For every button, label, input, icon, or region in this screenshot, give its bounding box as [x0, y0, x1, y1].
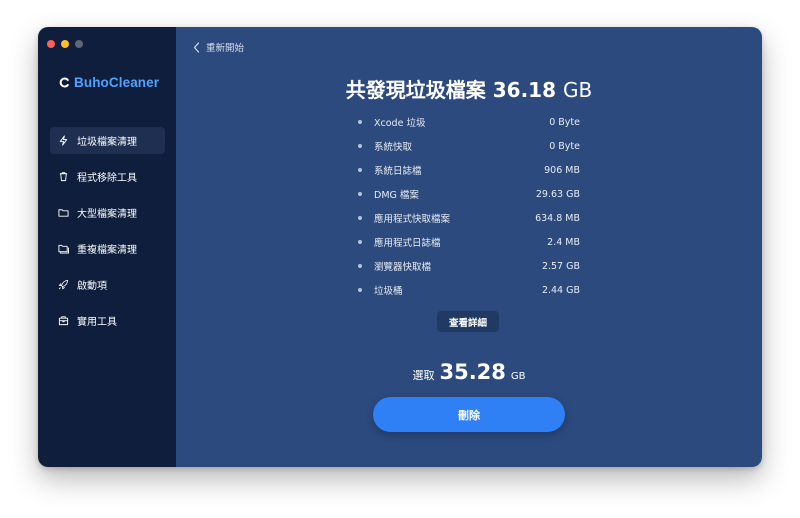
total-junk-unit: GB: [562, 78, 593, 102]
item-size: 2.4 MB: [547, 236, 580, 248]
item-size: 906 MB: [544, 164, 580, 176]
folders-icon: [58, 243, 69, 254]
view-details-button[interactable]: 查看詳細: [437, 311, 499, 332]
bullet: [358, 264, 362, 268]
bullet: [358, 216, 362, 220]
sidebar-item-label: 重複檔案清理: [77, 245, 137, 256]
item-label: 瀏覽器快取檔: [374, 262, 432, 273]
selection-amount: 35.28: [439, 360, 506, 384]
sidebar-item-label: 啟動項: [77, 281, 107, 292]
item-size: 634.8 MB: [535, 212, 580, 224]
close-window-button[interactable]: [47, 40, 55, 48]
sidebar-item-junk-cleaner[interactable]: 垃圾檔案清理: [50, 127, 165, 154]
main-panel: 重新開始 共發現垃圾檔案 36.18 GB Xcode 垃圾 0 Byte 系統…: [176, 27, 762, 467]
item-size: 2.57 GB: [541, 260, 580, 272]
scan-result-title: 共發現垃圾檔案 36.18 GB: [176, 74, 762, 103]
sidebar-nav: 垃圾檔案清理 程式移除工具 大型檔案清理 重複檔案清理 啟動項 實用工具: [50, 127, 165, 343]
bullet: [358, 192, 362, 196]
selection-label: 選取: [412, 369, 435, 382]
app-name: BuhoCleaner: [74, 75, 160, 90]
bullet: [358, 168, 362, 172]
sidebar-item-startup[interactable]: 啟動項: [50, 271, 165, 298]
item-label: 應用程式日誌檔: [374, 238, 441, 249]
item-label: 應用程式快取檔案: [374, 214, 451, 225]
list-item: 系統日誌檔 906 MB: [356, 158, 580, 182]
bullet: [358, 120, 362, 124]
trash-icon: [58, 171, 69, 182]
item-size: 29.63 GB: [535, 188, 580, 200]
list-item: DMG 檔案 29.63 GB: [356, 182, 580, 206]
item-size: 0 Byte: [549, 116, 580, 128]
zoom-window-button[interactable]: [75, 40, 83, 48]
bullet: [358, 240, 362, 244]
item-label: DMG 檔案: [374, 190, 419, 201]
list-item: Xcode 垃圾 0 Byte: [356, 110, 580, 134]
list-item: 垃圾桶 2.44 GB: [356, 278, 580, 302]
chevron-left-icon: [193, 41, 200, 53]
selection-summary: 選取 35.28 GB: [176, 360, 762, 384]
sidebar-item-label: 實用工具: [77, 317, 117, 328]
list-item: 瀏覽器快取檔 2.57 GB: [356, 254, 580, 278]
restart-label: 重新開始: [206, 43, 245, 54]
delete-button[interactable]: 刪除: [373, 397, 565, 432]
list-item: 應用程式日誌檔 2.4 MB: [356, 230, 580, 254]
bullet: [358, 288, 362, 292]
sidebar-item-uninstaller[interactable]: 程式移除工具: [50, 163, 165, 190]
title-prefix: 共發現垃圾檔案: [345, 78, 486, 102]
minimize-window-button[interactable]: [61, 40, 69, 48]
item-label: 系統快取: [374, 142, 413, 153]
list-item: 應用程式快取檔案 634.8 MB: [356, 206, 580, 230]
sidebar-item-label: 程式移除工具: [77, 173, 137, 184]
sidebar-item-duplicates[interactable]: 重複檔案清理: [50, 235, 165, 262]
junk-category-list: Xcode 垃圾 0 Byte 系統快取 0 Byte 系統日誌檔 906 MB…: [356, 110, 580, 302]
rocket-icon: [58, 279, 69, 290]
item-label: 垃圾桶: [374, 286, 403, 297]
total-junk-amount: 36.18: [492, 78, 557, 102]
lightning-icon: [58, 135, 69, 146]
item-label: 系統日誌檔: [374, 166, 422, 177]
item-size: 0 Byte: [549, 140, 580, 152]
app-brand: BuhoCleaner: [59, 75, 159, 90]
list-item: 系統快取 0 Byte: [356, 134, 580, 158]
item-label: Xcode 垃圾: [374, 118, 426, 129]
restart-link[interactable]: 重新開始: [193, 40, 244, 54]
bullet: [358, 144, 362, 148]
sidebar-item-label: 垃圾檔案清理: [77, 137, 137, 148]
sidebar-item-large-files[interactable]: 大型檔案清理: [50, 199, 165, 226]
app-window: BuhoCleaner 垃圾檔案清理 程式移除工具 大型檔案清理 重複檔案清理 …: [38, 27, 762, 467]
sidebar: BuhoCleaner 垃圾檔案清理 程式移除工具 大型檔案清理 重複檔案清理 …: [38, 27, 176, 467]
selection-unit: GB: [510, 371, 526, 382]
item-size: 2.44 GB: [541, 284, 580, 296]
folder-icon: [58, 207, 69, 218]
buho-logo-icon: [59, 77, 69, 88]
window-controls: [47, 40, 83, 48]
toolbox-icon: [58, 315, 69, 326]
sidebar-item-label: 大型檔案清理: [77, 209, 137, 220]
sidebar-item-toolkit[interactable]: 實用工具: [50, 307, 165, 334]
